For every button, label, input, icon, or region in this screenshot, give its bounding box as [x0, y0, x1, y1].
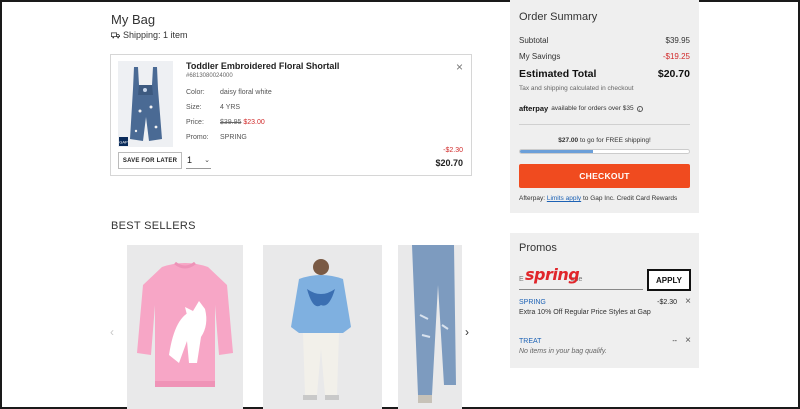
product-tile-jeans[interactable] [398, 245, 462, 409]
shipping-count: Shipping: 1 item [123, 30, 188, 40]
distressed-jeans-image [398, 245, 462, 409]
tax-note: Tax and shipping calculated in checkout [519, 85, 634, 92]
quantity-value: 1 [187, 155, 193, 165]
afterpay-info: afterpay available for orders over $35 i [519, 104, 643, 113]
save-for-later-button[interactable]: SAVE FOR LATER [118, 152, 182, 169]
carousel-prev-icon[interactable]: ‹ [110, 325, 114, 339]
checkout-button[interactable]: CHECKOUT [519, 164, 690, 188]
truck-icon [111, 32, 120, 38]
bag-item-card: GAP SAVE FOR LATER 1 ⌄ Toddler Embroider… [110, 54, 472, 176]
quantity-select[interactable]: 1 ⌄ [186, 152, 211, 169]
free-shipping-message: $27.00 to go for FREE shipping! [558, 137, 651, 144]
info-icon[interactable]: i [636, 105, 643, 112]
item-discount: -$2.30 [443, 147, 463, 154]
promo-code-spring: SPRING [519, 299, 546, 306]
product-price: Price: $39.95 $23.00 [186, 119, 265, 126]
savings-row: My Savings -$19.25 [519, 52, 690, 61]
carousel-next-icon[interactable]: › [465, 325, 469, 339]
promo-amount-treat: -- [672, 338, 677, 345]
subtotal-row: Subtotal $39.95 [519, 36, 690, 45]
remove-item-icon[interactable]: × [456, 60, 463, 74]
promo-desc-spring: Extra 10% Off Regular Price Styles at Ga… [519, 309, 651, 316]
order-summary: Order Summary Subtotal $39.95 My Savings -… [510, 0, 699, 213]
pink-unicorn-sweater-image [127, 245, 243, 409]
shortall-illustration: GAP [118, 61, 173, 147]
product-tile-sweater[interactable] [127, 245, 243, 409]
original-price: $39.95 [220, 119, 242, 126]
product-size: Size: 4 YRS [186, 104, 241, 111]
estimated-total-row: Estimated Total $20.70 [519, 68, 690, 80]
best-sellers-title: BEST SELLERS [111, 220, 196, 232]
sale-price: $23.00 [243, 119, 265, 126]
free-shipping-progress [519, 149, 690, 154]
gap-logo: GAP [119, 140, 128, 145]
product-sku: #6813080024000 [186, 73, 233, 79]
bag-title: My Bag [111, 12, 156, 27]
tiedye-hoodie-model-image [263, 245, 382, 409]
item-total: $20.70 [435, 158, 463, 168]
afterpay-gap-card-note: Afterpay: Limits apply to Gap Inc. Credi… [519, 195, 678, 202]
promo-amount-spring: -$2.30 [657, 299, 677, 306]
shipping-info: Shipping: 1 item [111, 30, 188, 40]
apply-promo-button[interactable]: APPLY [647, 269, 691, 291]
product-image[interactable]: GAP [118, 61, 173, 147]
product-color: Color: daisy floral white [186, 89, 272, 96]
afterpay-logo: afterpay [519, 104, 549, 113]
remove-promo-treat-icon[interactable]: × [685, 335, 691, 346]
product-promo: Promo: SPRING [186, 134, 247, 141]
product-name[interactable]: Toddler Embroidered Floral Shortall [186, 61, 339, 71]
promos-panel: Promos Eode spring APPLY SPRING Extra 10… [510, 233, 699, 368]
promo-code-treat: TREAT [519, 338, 542, 345]
order-summary-title: Order Summary [519, 11, 598, 23]
promo-desc-treat: No items in your bag qualify. [519, 348, 607, 355]
divider [519, 124, 690, 125]
spring-promo-logo: spring [525, 265, 580, 284]
remove-promo-spring-icon[interactable]: × [685, 296, 691, 307]
product-tile-tiedye-hoodie[interactable] [263, 245, 382, 409]
progress-fill [520, 150, 593, 153]
chevron-down-icon: ⌄ [204, 157, 210, 164]
promos-title: Promos [519, 242, 557, 254]
limits-apply-link[interactable]: Limits apply [547, 195, 581, 202]
